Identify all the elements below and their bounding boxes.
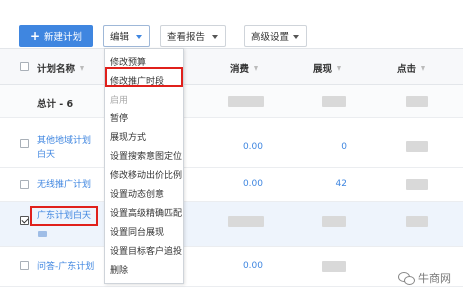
menu-item-advanced-match[interactable]: 设置高级精确匹配	[110, 206, 182, 219]
chevron-down-icon	[212, 35, 218, 39]
menu-item-delete[interactable]: 删除	[110, 263, 128, 276]
row-checkbox[interactable]	[20, 180, 29, 189]
table-row[interactable]: 其他地域计划白天 0.00 0	[0, 118, 463, 168]
highlight-box-menu-item	[105, 67, 183, 87]
watermark-text: 牛商网	[418, 272, 451, 285]
column-header-consumption[interactable]: 消费	[230, 61, 259, 75]
plus-icon: +	[29, 29, 41, 43]
menu-item-same-stage[interactable]: 设置同台展现	[110, 225, 164, 238]
redacted-value	[228, 96, 264, 107]
chevron-down-icon	[136, 35, 142, 39]
sort-icon	[421, 66, 426, 71]
redacted-value	[228, 216, 264, 227]
menu-item-pause[interactable]: 暂停	[110, 111, 128, 124]
plan-name-link[interactable]: 无线推广计划	[37, 178, 107, 192]
edit-dropdown-button[interactable]: 编辑	[103, 25, 150, 47]
consumption-value: 0.00	[242, 261, 263, 271]
redacted-value	[406, 179, 428, 190]
sort-icon	[254, 66, 259, 71]
plan-name-header-label: 计划名称	[37, 64, 76, 75]
plan-name-link[interactable]: 问答-广东计划	[37, 260, 107, 274]
column-header-plan-name[interactable]: 计划名称	[37, 61, 85, 75]
menu-item-dynamic-creative[interactable]: 设置动态创意	[110, 187, 164, 200]
plan-name-link[interactable]: 其他地域计划白天	[37, 134, 97, 162]
menu-item-target-audience[interactable]: 设置目标客户追投	[110, 244, 182, 257]
table-header: 计划名称 消费 展现 点击	[0, 48, 463, 85]
row-checkbox[interactable]	[20, 216, 29, 225]
impressions-value: 42	[335, 179, 347, 189]
redacted-value	[322, 216, 346, 227]
total-row: 总计 - 6	[0, 85, 463, 118]
redacted-value	[406, 96, 428, 107]
table-row[interactable]: 无线推广计划 0.00 42	[0, 168, 463, 202]
consumption-header-label: 消费	[230, 64, 250, 75]
view-report-button[interactable]: 查看报告	[160, 25, 226, 47]
column-header-impressions[interactable]: 展现	[313, 61, 342, 75]
redacted-value	[322, 261, 346, 272]
menu-item-display-mode[interactable]: 展现方式	[110, 130, 146, 143]
chevron-down-icon	[293, 35, 299, 39]
new-plan-label: 新建计划	[44, 32, 83, 43]
impressions-value: 0	[341, 142, 347, 152]
menu-item-mobile-bid[interactable]: 修改移动出价比例	[110, 168, 182, 181]
edit-label: 编辑	[110, 32, 130, 43]
redacted-value	[406, 216, 428, 227]
advanced-settings-label: 高级设置	[251, 32, 290, 43]
consumption-value: 0.00	[242, 179, 263, 189]
clicks-header-label: 点击	[397, 64, 417, 75]
impressions-header-label: 展现	[313, 64, 333, 75]
wechat-icon	[398, 271, 415, 285]
select-all-checkbox[interactable]	[20, 62, 29, 71]
total-label: 总计 - 6	[37, 99, 74, 110]
row-checkbox[interactable]	[20, 139, 29, 148]
new-plan-button[interactable]: + 新建计划	[19, 25, 93, 47]
redacted-value	[322, 96, 346, 107]
tag-icon[interactable]	[38, 231, 47, 237]
sort-icon	[337, 66, 342, 71]
redacted-value	[406, 141, 428, 152]
row-checkbox[interactable]	[20, 261, 29, 270]
advanced-settings-button[interactable]: 高级设置	[244, 25, 307, 47]
watermark: 牛商网	[398, 270, 451, 286]
consumption-value: 0.00	[242, 142, 263, 152]
table-row[interactable]: 问答-广东计划 0.00	[0, 247, 463, 287]
menu-item-search-intent[interactable]: 设置搜索意图定位	[110, 149, 182, 162]
view-report-label: 查看报告	[167, 32, 206, 43]
column-header-clicks[interactable]: 点击	[397, 61, 426, 75]
menu-item-enable: 启用	[110, 96, 129, 106]
highlight-box-row	[30, 206, 98, 226]
toolbar: + 新建计划 编辑 查看报告 高级设置	[0, 0, 463, 48]
sort-icon	[80, 66, 85, 71]
